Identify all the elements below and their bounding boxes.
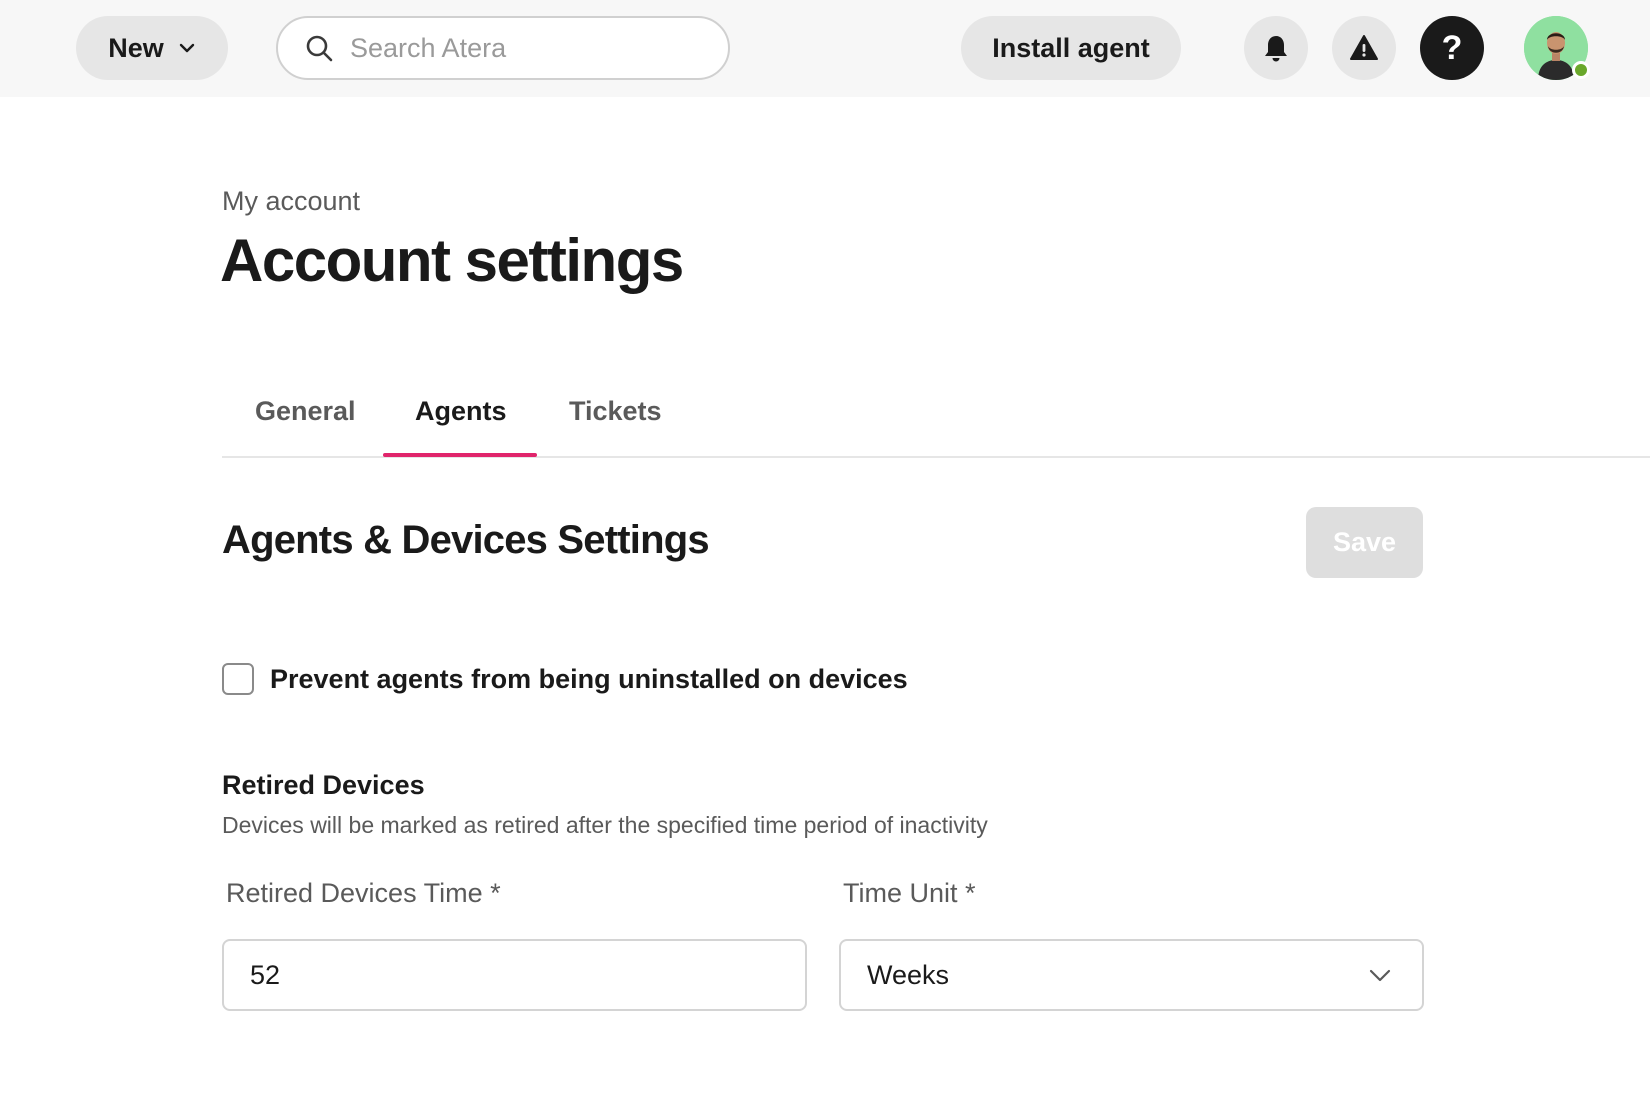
top-bar: New Install agent ? [0, 0, 1650, 97]
settings-tabs: General Agents Tickets [222, 380, 1650, 458]
breadcrumb[interactable]: My account [222, 186, 360, 217]
tab-general[interactable]: General [255, 396, 356, 427]
new-button[interactable]: New [76, 16, 228, 80]
prevent-uninstall-label[interactable]: Prevent agents from being uninstalled on… [270, 664, 908, 695]
help-button[interactable]: ? [1420, 16, 1484, 80]
save-button[interactable]: Save [1306, 507, 1423, 578]
search-input[interactable] [350, 32, 710, 64]
retired-time-input[interactable] [222, 939, 807, 1011]
retired-devices-heading: Retired Devices [222, 770, 425, 800]
tab-agents[interactable]: Agents [415, 396, 507, 427]
retired-devices-description: Devices will be marked as retired after … [222, 812, 988, 838]
new-button-label: New [108, 32, 164, 63]
help-icon: ? [1441, 28, 1463, 67]
section-title: Agents & Devices Settings [222, 518, 710, 562]
alert-triangle-icon [1350, 35, 1378, 60]
chevron-down-icon [179, 43, 194, 53]
online-status-dot [1572, 61, 1590, 79]
bell-icon [1265, 36, 1287, 62]
search-box[interactable] [276, 16, 730, 80]
retired-time-label: Retired Devices Time * [226, 878, 501, 908]
time-unit-select[interactable]: Weeks [839, 939, 1424, 1011]
active-tab-indicator [383, 453, 537, 457]
prevent-uninstall-option[interactable]: Prevent agents from being uninstalled on… [222, 663, 908, 695]
notifications-button[interactable] [1244, 16, 1308, 80]
time-unit-label: Time Unit * [843, 878, 976, 908]
install-agent-button[interactable]: Install agent [961, 16, 1181, 80]
time-unit-value: Weeks [867, 959, 950, 990]
page-title: Account settings [220, 227, 684, 294]
prevent-uninstall-checkbox[interactable] [222, 663, 254, 695]
search-icon [306, 35, 333, 62]
user-avatar[interactable] [1524, 16, 1590, 80]
alerts-button[interactable] [1332, 16, 1396, 80]
chevron-down-icon [1369, 969, 1391, 982]
tab-tickets[interactable]: Tickets [569, 396, 662, 427]
